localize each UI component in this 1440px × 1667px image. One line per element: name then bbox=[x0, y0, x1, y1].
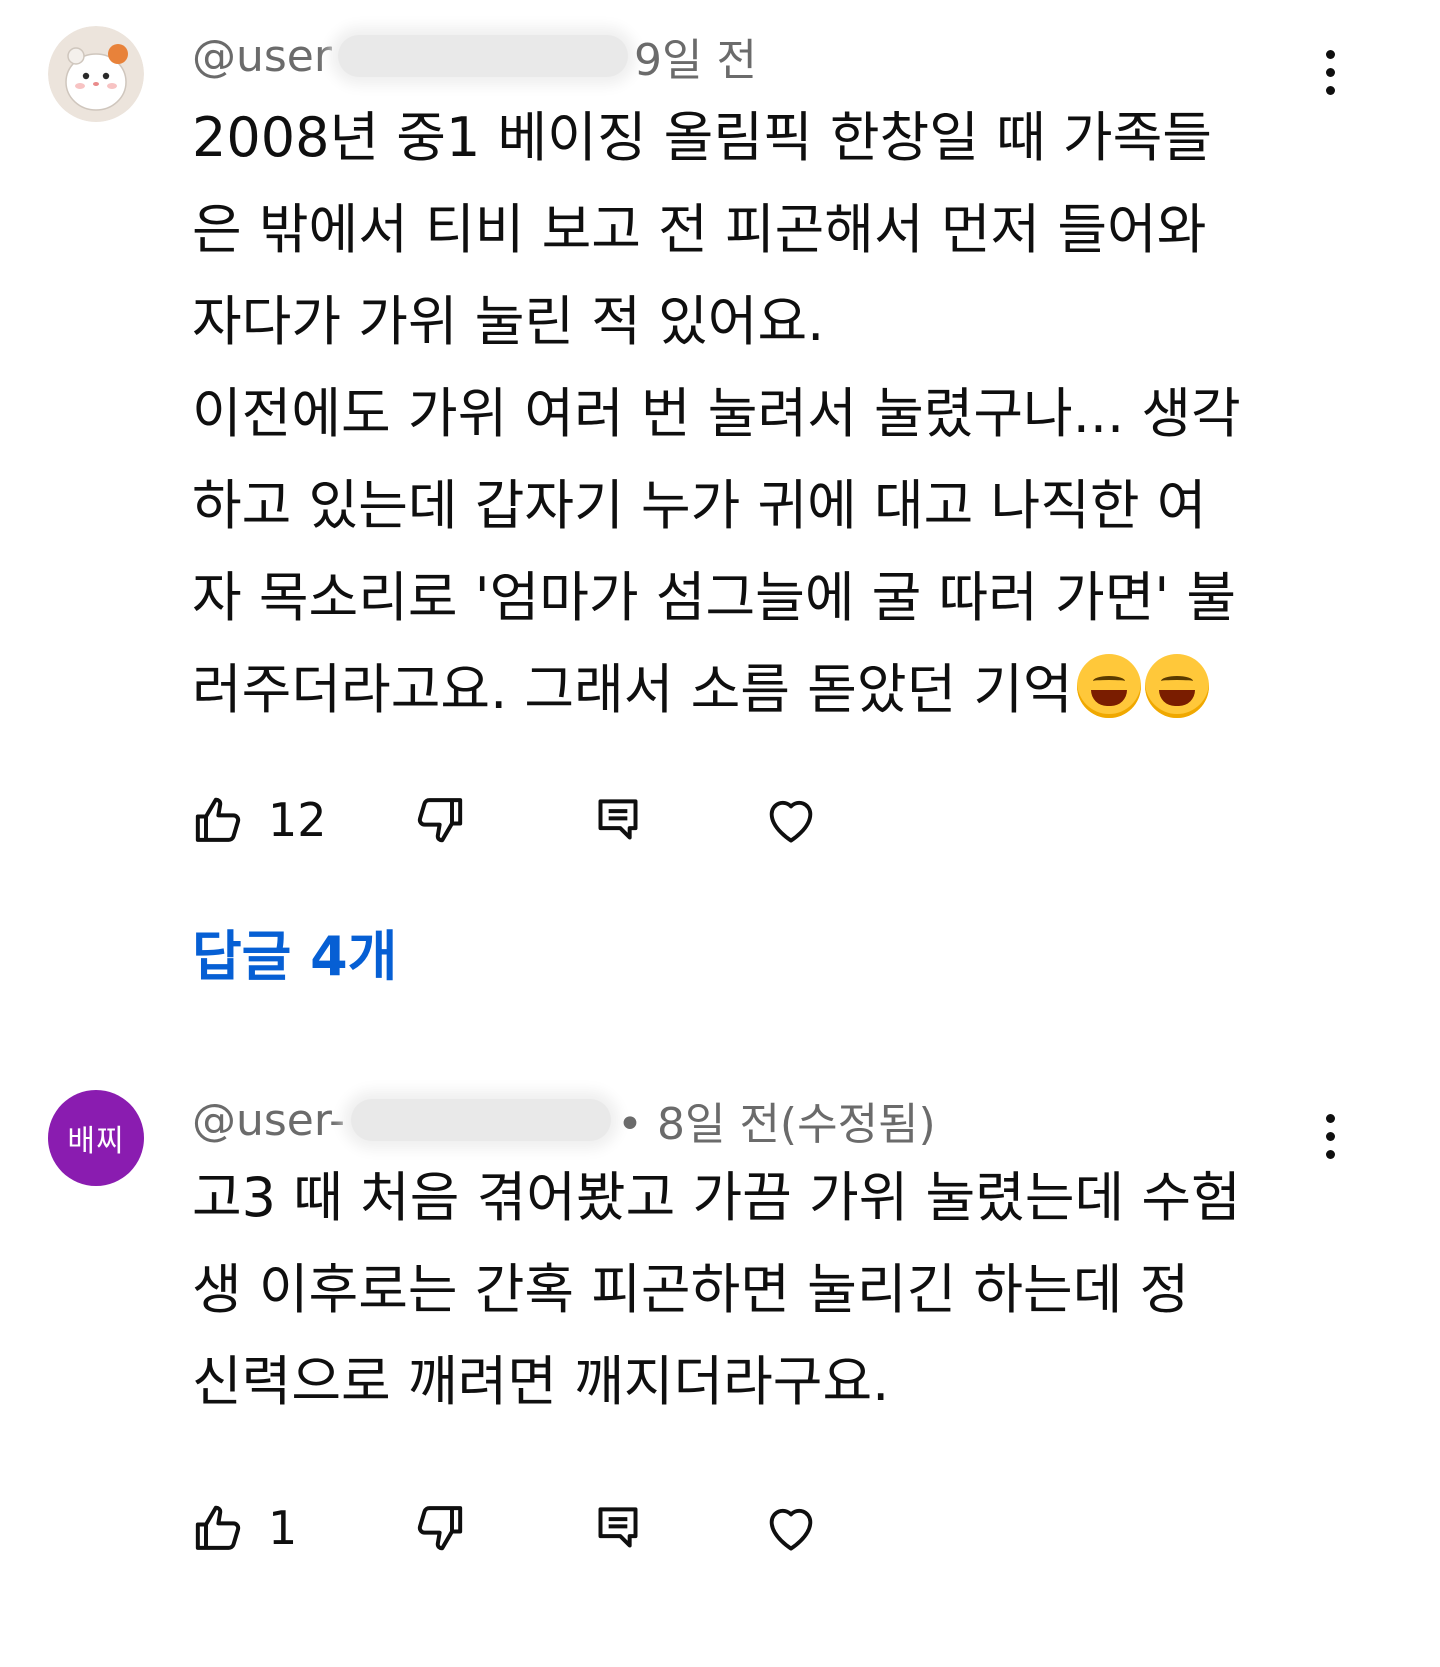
avatar-initials: 배찌 bbox=[67, 1124, 125, 1159]
redacted-handle-blur bbox=[351, 1099, 612, 1141]
dislike-button[interactable] bbox=[410, 790, 466, 850]
like-button[interactable]: 1 bbox=[192, 1498, 297, 1558]
reply-button[interactable] bbox=[590, 790, 646, 850]
comment-line: 고3 때 처음 겪어봤고 가끔 가위 눌렸는데 수험 bbox=[192, 1166, 1241, 1229]
thumbs-up-icon bbox=[195, 797, 241, 842]
heart-icon bbox=[769, 800, 813, 843]
reply-comment-icon bbox=[598, 1507, 638, 1548]
comment-line: 생 이후로는 간혹 피곤하면 눌리긴 하는데 정 bbox=[192, 1258, 1190, 1321]
avatar[interactable] bbox=[48, 26, 144, 122]
face-with-tears-of-joy-icon bbox=[1144, 654, 1209, 718]
comment-line: 이전에도 가위 여러 번 눌려서 눌렸구나... 생각 bbox=[192, 382, 1241, 445]
heart-icon bbox=[769, 1508, 813, 1551]
dislike-button[interactable] bbox=[410, 1498, 466, 1558]
comment-timestamp: 9일 전 bbox=[633, 35, 757, 86]
like-button[interactable]: 12 bbox=[192, 790, 327, 850]
avatar[interactable]: 배찌 bbox=[48, 1090, 144, 1186]
comment-line: 자다가 가위 눌린 적 있어요. bbox=[192, 290, 825, 353]
comment-author-handle[interactable]: @user bbox=[192, 31, 332, 82]
comment-author-handle[interactable]: @user- bbox=[192, 1095, 345, 1146]
comment-actions: 12 bbox=[192, 790, 992, 850]
comment-body: 2008년 중1 베이징 올림픽 한창일 때 가족들 은 밖에서 티비 보고 전… bbox=[192, 92, 1342, 736]
comment-line: 2008년 중1 베이징 올림픽 한창일 때 가족들 bbox=[192, 106, 1212, 169]
comment-line: 하고 있는데 갑자기 누가 귀에 대고 나직한 여 bbox=[192, 474, 1207, 537]
thumbs-down-icon bbox=[417, 798, 463, 843]
like-count: 1 bbox=[268, 1501, 298, 1555]
reply-button[interactable] bbox=[590, 1498, 646, 1558]
comment-line: 자 목소리로 '엄마가 섬그늘에 굴 따러 가면' 불 bbox=[192, 566, 1237, 629]
redacted-handle-blur bbox=[337, 35, 628, 77]
comment-line: 러주더라고요. 그래서 소름 돋았던 기억 bbox=[192, 658, 1073, 721]
comment-meta: @user 9일 전 bbox=[192, 26, 757, 87]
comment-meta: @user- • 8일 전(수정됨) bbox=[192, 1090, 936, 1151]
reply-comment-icon bbox=[598, 799, 638, 840]
comment-actions: 1 bbox=[192, 1498, 992, 1558]
comment-body: 고3 때 처음 겪어봤고 가끔 가위 눌렸는데 수험 생 이후로는 간혹 피곤하… bbox=[192, 1152, 1342, 1428]
comment-timestamp: • 8일 전(수정됨) bbox=[617, 1099, 936, 1150]
heart-button[interactable] bbox=[762, 790, 820, 850]
comment-line: 신력으로 깨려면 깨지더라구요. bbox=[192, 1350, 890, 1413]
hamster-avatar-icon bbox=[48, 26, 144, 122]
view-replies-link[interactable]: 답글 4개 bbox=[192, 912, 397, 991]
like-count: 12 bbox=[268, 793, 327, 847]
comment-line-with-emoji: 러주더라고요. 그래서 소름 돋았던 기억 bbox=[192, 644, 1342, 736]
heart-button[interactable] bbox=[762, 1498, 820, 1558]
face-with-tears-of-joy-icon bbox=[1076, 654, 1141, 718]
thumbs-down-icon bbox=[417, 1506, 463, 1551]
comment-line: 은 밖에서 티비 보고 전 피곤해서 먼저 들어와 bbox=[192, 198, 1207, 261]
thumbs-up-icon bbox=[195, 1505, 241, 1550]
